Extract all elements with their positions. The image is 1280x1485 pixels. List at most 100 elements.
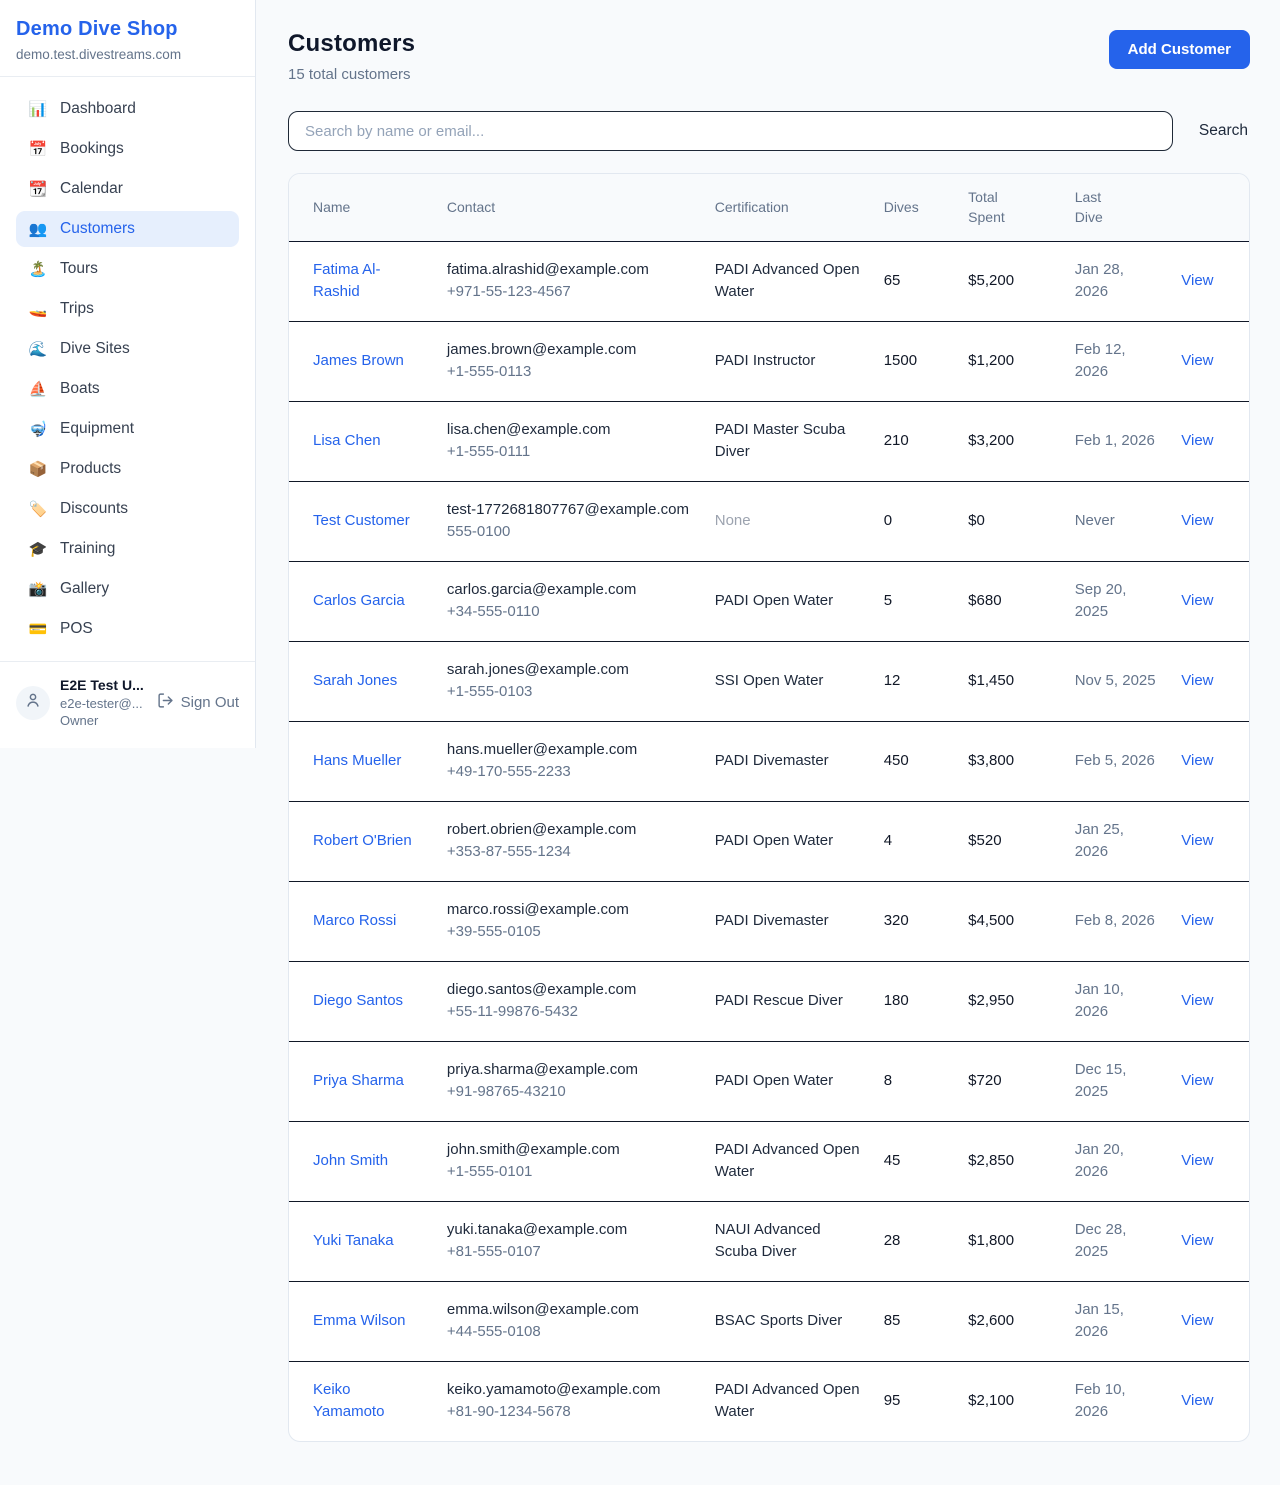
- customer-name-link[interactable]: Lisa Chen: [313, 430, 381, 453]
- view-link[interactable]: View: [1181, 1152, 1213, 1169]
- user-footer: E2E Test U... e2e-tester@... Owner Sign …: [0, 661, 255, 748]
- sidebar-item-label: Boats: [60, 380, 100, 398]
- customer-name-link[interactable]: Hans Mueller: [313, 750, 401, 773]
- view-link[interactable]: View: [1181, 592, 1213, 609]
- sidebar-item-equipment[interactable]: 🤿 Equipment: [16, 411, 239, 447]
- table-row: Robert O'Brien robert.obrien@example.com…: [289, 801, 1249, 881]
- view-link[interactable]: View: [1181, 672, 1213, 689]
- dives-cell: 45: [872, 1121, 956, 1201]
- total-spent-cell: $2,850: [956, 1121, 1063, 1201]
- sailboat-icon: ⛵: [28, 382, 48, 397]
- camera-icon: 📸: [28, 582, 48, 597]
- last-dive-cell: Sep 20, 2025: [1063, 561, 1170, 641]
- sidebar-item-bookings[interactable]: 📅 Bookings: [16, 131, 239, 167]
- customer-name-link[interactable]: Carlos Garcia: [313, 590, 405, 613]
- wave-icon: 🌊: [28, 342, 48, 357]
- sign-out-button[interactable]: Sign Out: [157, 692, 239, 713]
- view-link[interactable]: View: [1181, 832, 1213, 849]
- sidebar-item-training[interactable]: 🎓 Training: [16, 531, 239, 567]
- view-link[interactable]: View: [1181, 1232, 1213, 1249]
- view-link[interactable]: View: [1181, 512, 1213, 529]
- customer-name-link[interactable]: Keiko Yamamoto: [313, 1379, 423, 1424]
- table-row: James Brown james.brown@example.com +1-5…: [289, 321, 1249, 401]
- view-link[interactable]: View: [1181, 752, 1213, 769]
- sidebar-item-calendar[interactable]: 📆 Calendar: [16, 171, 239, 207]
- sidebar-item-dive-sites[interactable]: 🌊 Dive Sites: [16, 331, 239, 367]
- search-row: Search: [288, 111, 1250, 151]
- table-row: Lisa Chen lisa.chen@example.com +1-555-0…: [289, 401, 1249, 481]
- add-customer-button[interactable]: Add Customer: [1109, 30, 1250, 69]
- view-link[interactable]: View: [1181, 1072, 1213, 1089]
- table-row: John Smith john.smith@example.com +1-555…: [289, 1121, 1249, 1201]
- sidebar-item-discounts[interactable]: 🏷️ Discounts: [16, 491, 239, 527]
- search-button[interactable]: Search: [1197, 118, 1250, 144]
- customer-name-link[interactable]: Priya Sharma: [313, 1070, 404, 1093]
- view-link[interactable]: View: [1181, 1312, 1213, 1329]
- customer-email: yuki.tanaka@example.com: [447, 1219, 691, 1242]
- customer-name-link[interactable]: James Brown: [313, 350, 404, 373]
- table-row: Fatima Al-Rashid fatima.alrashid@example…: [289, 241, 1249, 321]
- view-link[interactable]: View: [1181, 992, 1213, 1009]
- sidebar-item-tours[interactable]: 🏝️ Tours: [16, 251, 239, 287]
- last-dive-cell: Dec 28, 2025: [1063, 1201, 1170, 1281]
- total-spent-cell: $1,800: [956, 1201, 1063, 1281]
- customer-name-link[interactable]: Emma Wilson: [313, 1310, 406, 1333]
- customer-name-link[interactable]: Yuki Tanaka: [313, 1230, 394, 1253]
- contact-cell: test-1772681807767@example.com 555-0100: [435, 481, 703, 561]
- customer-email: james.brown@example.com: [447, 339, 691, 362]
- sidebar-item-label: Gallery: [60, 580, 109, 598]
- certification-cell: PADI Open Water: [715, 832, 833, 849]
- customer-name-link[interactable]: John Smith: [313, 1150, 388, 1173]
- dives-cell: 0: [872, 481, 956, 561]
- dives-cell: 95: [872, 1361, 956, 1441]
- customer-name-link[interactable]: Test Customer: [313, 510, 410, 533]
- page-title: Customers: [288, 30, 415, 58]
- sidebar-item-pos[interactable]: 💳 POS: [16, 611, 239, 647]
- last-dive-cell: Feb 12, 2026: [1063, 321, 1170, 401]
- total-spent-cell: $0: [956, 481, 1063, 561]
- sidebar-item-boats[interactable]: ⛵ Boats: [16, 371, 239, 407]
- customer-name-link[interactable]: Robert O'Brien: [313, 830, 412, 853]
- tag-icon: 🏷️: [28, 502, 48, 517]
- last-dive-cell: Feb 8, 2026: [1063, 881, 1170, 961]
- contact-cell: lisa.chen@example.com +1-555-0111: [435, 401, 703, 481]
- dives-cell: 210: [872, 401, 956, 481]
- customer-phone: +44-555-0108: [447, 1321, 691, 1344]
- sidebar-item-trips[interactable]: 🚤 Trips: [16, 291, 239, 327]
- view-link[interactable]: View: [1181, 352, 1213, 369]
- search-input[interactable]: [288, 111, 1173, 151]
- avatar: [16, 686, 50, 720]
- total-spent-cell: $4,500: [956, 881, 1063, 961]
- view-link[interactable]: View: [1181, 272, 1213, 289]
- sidebar-nav: 📊 Dashboard 📅 Bookings 📆 Calendar 👥 Cust…: [0, 77, 255, 661]
- shop-domain: demo.test.divestreams.com: [16, 47, 239, 62]
- sidebar-item-label: Dive Sites: [60, 340, 130, 358]
- contact-cell: keiko.yamamoto@example.com +81-90-1234-5…: [435, 1361, 703, 1441]
- sidebar-item-customers[interactable]: 👥 Customers: [16, 211, 239, 247]
- sidebar-item-gallery[interactable]: 📸 Gallery: [16, 571, 239, 607]
- sidebar-item-label: Trips: [60, 300, 94, 318]
- view-link[interactable]: View: [1181, 912, 1213, 929]
- total-spent-cell: $520: [956, 801, 1063, 881]
- contact-cell: emma.wilson@example.com +44-555-0108: [435, 1281, 703, 1361]
- sidebar-item-products[interactable]: 📦 Products: [16, 451, 239, 487]
- sidebar-item-label: Tours: [60, 260, 98, 278]
- table-row: Diego Santos diego.santos@example.com +5…: [289, 961, 1249, 1041]
- customer-name-link[interactable]: Marco Rossi: [313, 910, 396, 933]
- customer-email: test-1772681807767@example.com: [447, 499, 691, 522]
- certification-cell: NAUI Advanced Scuba Diver: [715, 1221, 821, 1261]
- sidebar-item-dashboard[interactable]: 📊 Dashboard: [16, 91, 239, 127]
- contact-cell: hans.mueller@example.com +49-170-555-223…: [435, 721, 703, 801]
- table-row: Marco Rossi marco.rossi@example.com +39-…: [289, 881, 1249, 961]
- customer-email: diego.santos@example.com: [447, 979, 691, 1002]
- people-icon: 👥: [28, 222, 48, 237]
- customer-name-link[interactable]: Fatima Al-Rashid: [313, 259, 423, 304]
- last-dive-cell: Jan 10, 2026: [1063, 961, 1170, 1041]
- table-row: Carlos Garcia carlos.garcia@example.com …: [289, 561, 1249, 641]
- customer-name-link[interactable]: Sarah Jones: [313, 670, 397, 693]
- view-link[interactable]: View: [1181, 432, 1213, 449]
- sidebar-item-label: Customers: [60, 220, 135, 238]
- view-link[interactable]: View: [1181, 1392, 1213, 1409]
- customer-phone: +1-555-0101: [447, 1161, 691, 1184]
- customer-name-link[interactable]: Diego Santos: [313, 990, 403, 1013]
